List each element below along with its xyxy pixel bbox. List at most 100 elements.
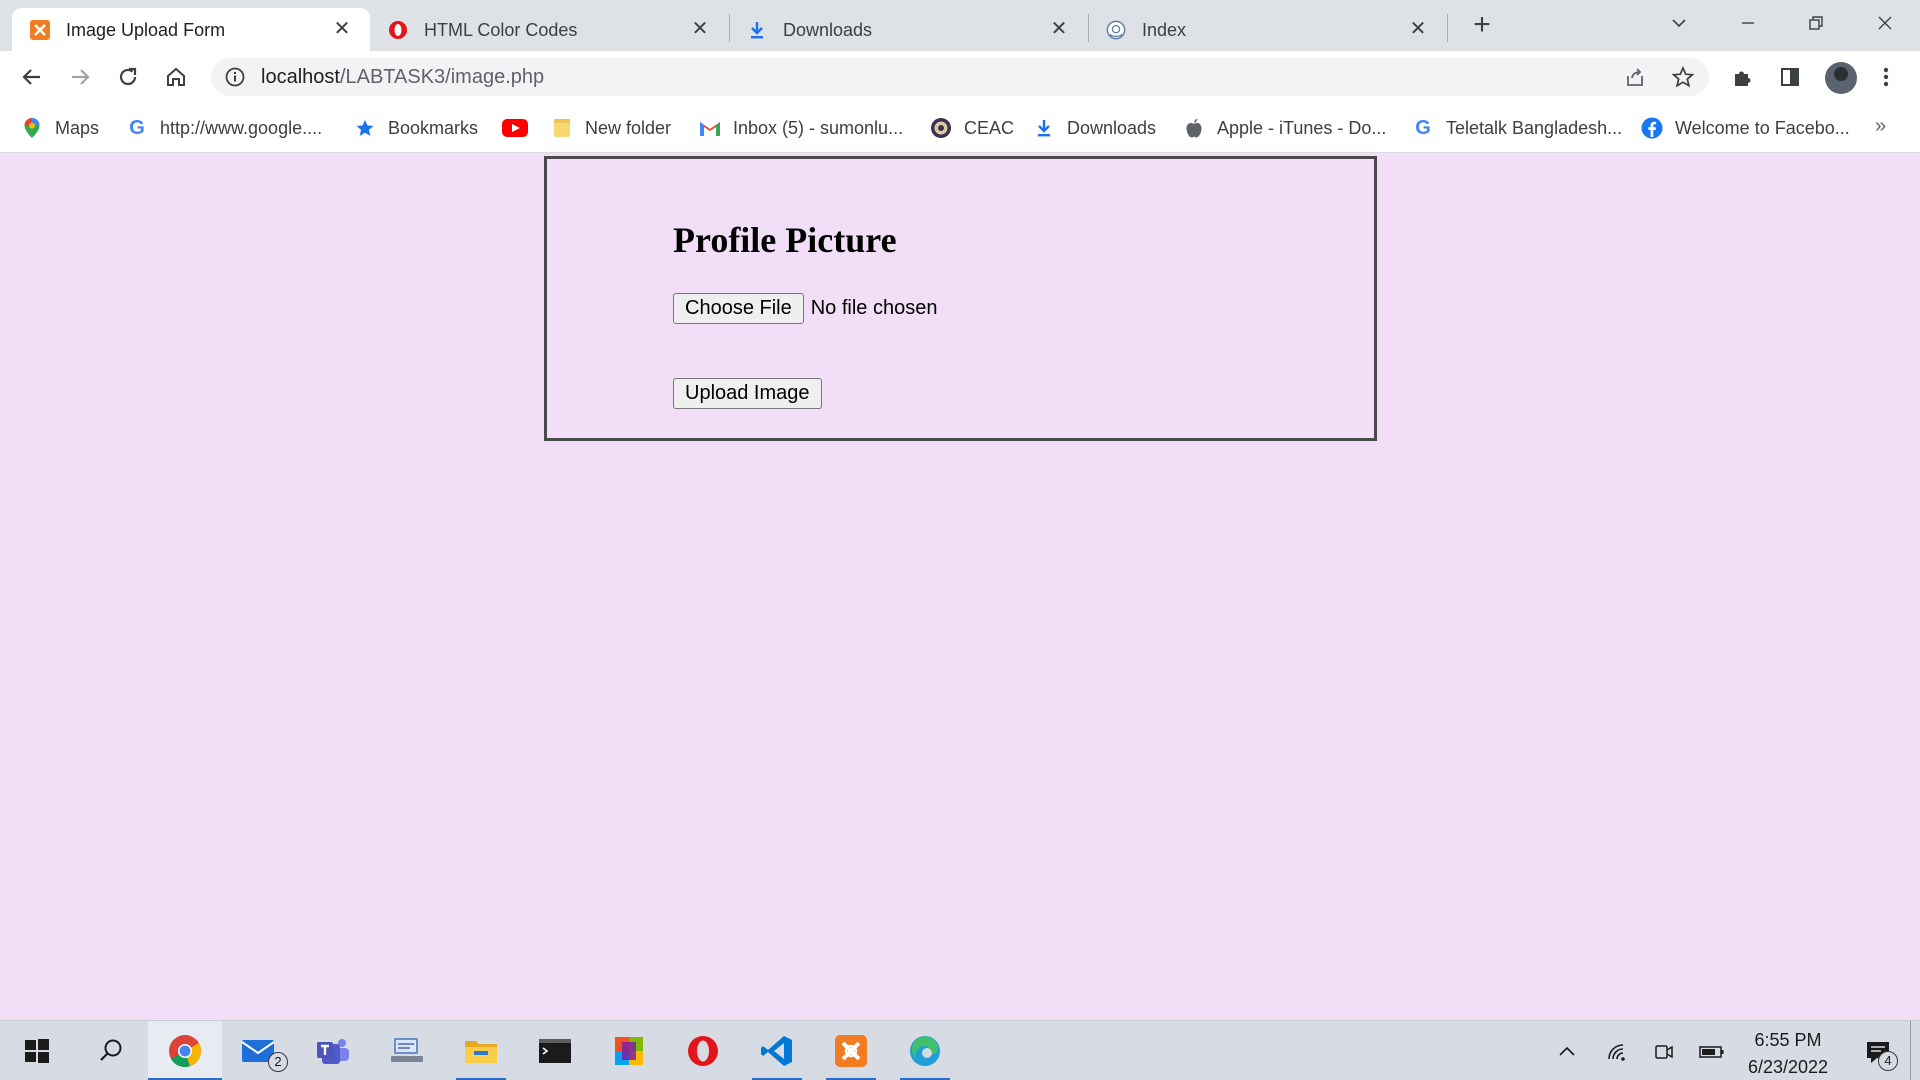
home-button[interactable] (160, 61, 192, 93)
info-icon[interactable] (225, 67, 245, 87)
bookmark-facebook[interactable]: Welcome to Facebo... (1641, 115, 1850, 141)
clock-time: 6:55 PM (1754, 1030, 1822, 1050)
tab-strip: Image Upload Form ✕ HTML Color Codes ✕ D… (0, 0, 1920, 51)
file-input: Choose File No file chosen (673, 292, 937, 324)
tab-html-color-codes[interactable]: HTML Color Codes ✕ (370, 8, 728, 51)
tab-title: Image Upload Form (66, 20, 226, 40)
back-arrow-icon (22, 69, 40, 85)
tab-title: HTML Color Codes (424, 20, 578, 40)
forward-arrow-icon (72, 69, 90, 85)
show-hidden-icons[interactable] (1554, 1039, 1580, 1065)
bookmark-star-icon[interactable] (1671, 65, 1695, 88)
bookmark-label: Inbox (5) - sumonlu... (733, 117, 904, 138)
bookmark-label: http://www.google.... (160, 117, 323, 138)
bookmark-inbox[interactable]: Inbox (5) - sumonlu... (699, 115, 903, 141)
tab-image-upload-form[interactable]: Image Upload Form ✕ (12, 8, 370, 51)
taskbar-office[interactable] (592, 1021, 666, 1080)
extensions-icon[interactable] (1728, 62, 1758, 92)
bookmark-ceac[interactable]: CEAC (930, 115, 1014, 141)
edge-icon (910, 1036, 940, 1066)
meet-now-icon[interactable] (1650, 1039, 1676, 1065)
show-desktop-button[interactable] (1910, 1021, 1911, 1080)
wifi-icon[interactable] (1604, 1039, 1630, 1065)
bookmark-label: Maps (55, 117, 100, 138)
tab-index[interactable]: Index ✕ (1088, 8, 1446, 51)
notification-badge: 4 (1878, 1051, 1898, 1071)
forward-button[interactable] (64, 61, 96, 93)
taskbar-mail[interactable]: 2 (222, 1021, 296, 1080)
avatar[interactable] (1825, 62, 1857, 94)
taskbar-opera[interactable] (666, 1021, 740, 1080)
taskbar-edge[interactable] (888, 1021, 962, 1080)
upload-image-button[interactable]: Upload Image (673, 378, 822, 409)
vscode-icon (761, 1036, 792, 1066)
side-panel-icon[interactable] (1775, 62, 1805, 92)
bookmark-maps[interactable]: Maps (21, 115, 99, 141)
browser-toolbar: localhost/LABTASK3/image.php (0, 51, 1920, 103)
network-settings-icon (391, 1038, 423, 1062)
tab-search-icon[interactable] (1661, 8, 1697, 38)
minimize-icon[interactable] (1730, 8, 1766, 38)
download-icon (747, 20, 767, 40)
tab-title: Index (1142, 20, 1187, 40)
bookmarks-overflow-button[interactable]: » (1875, 115, 1886, 138)
tab-downloads[interactable]: Downloads ✕ (729, 8, 1087, 51)
file-status: No file chosen (810, 296, 938, 319)
bookmark-downloads[interactable]: Downloads (1033, 115, 1156, 141)
taskbar-file-explorer[interactable] (444, 1021, 518, 1080)
start-button[interactable] (0, 1021, 74, 1080)
close-icon[interactable]: ✕ (330, 17, 354, 41)
search-icon (100, 1039, 122, 1061)
bookmark-teletalk[interactable]: G Teletalk Bangladesh... (1412, 115, 1622, 141)
taskbar-clock[interactable]: 6:55 PM 6/23/2022 (1730, 1027, 1846, 1080)
chevron-up-icon (1559, 1046, 1575, 1056)
close-icon[interactable]: ✕ (688, 17, 712, 41)
bookmark-youtube[interactable] (502, 115, 528, 141)
taskbar-network-settings[interactable] (370, 1021, 444, 1080)
choose-file-button[interactable]: Choose File (673, 292, 804, 324)
menu-icon[interactable] (1871, 62, 1901, 92)
notification-center[interactable]: 4 (1858, 1037, 1898, 1071)
close-icon[interactable]: ✕ (1047, 17, 1071, 41)
close-window-icon[interactable] (1867, 8, 1903, 38)
taskbar-chrome[interactable] (148, 1021, 222, 1080)
search-button[interactable] (74, 1021, 148, 1080)
globe-icon (1106, 20, 1126, 40)
tab-separator (1447, 14, 1448, 42)
url-text: localhost/LABTASK3/image.php (261, 66, 544, 89)
back-button[interactable] (16, 61, 48, 93)
new-tab-button[interactable]: + (1468, 10, 1496, 40)
taskbar-teams[interactable] (296, 1021, 370, 1080)
bookmark-new-folder[interactable]: New folder (551, 115, 671, 141)
google-icon: G (129, 116, 145, 139)
bookmark-bookmarks[interactable]: Bookmarks (354, 115, 478, 141)
taskbar-vscode[interactable] (740, 1021, 814, 1080)
office-icon (615, 1037, 643, 1065)
windows-icon (25, 1039, 49, 1063)
bookmark-google[interactable]: G http://www.google.... (126, 115, 322, 141)
upload-form: Profile Picture Choose File No file chos… (544, 156, 1377, 441)
share-icon[interactable] (1624, 66, 1646, 88)
chrome-icon (169, 1035, 202, 1068)
bookmark-label: CEAC (964, 117, 1015, 138)
reload-button[interactable] (112, 61, 144, 93)
close-icon[interactable]: ✕ (1406, 17, 1430, 41)
xampp-icon (835, 1035, 867, 1067)
bookmark-label: Apple - iTunes - Do... (1217, 117, 1387, 138)
battery-icon[interactable] (1699, 1039, 1725, 1065)
maps-pin-icon (21, 117, 43, 139)
taskbar-xampp[interactable] (814, 1021, 888, 1080)
url-path: /LABTASK3/image.php (339, 66, 545, 88)
address-bar[interactable]: localhost/LABTASK3/image.php (211, 58, 1709, 96)
youtube-icon (502, 117, 528, 139)
bookmark-apple-itunes[interactable]: Apple - iTunes - Do... (1183, 115, 1386, 141)
bookmark-label: Downloads (1067, 117, 1157, 138)
home-icon (167, 67, 185, 86)
seal-icon (930, 117, 952, 139)
form-title: Profile Picture (673, 220, 897, 260)
restore-icon[interactable] (1798, 8, 1834, 38)
bookmark-label: Welcome to Facebo... (1675, 117, 1850, 138)
taskbar-terminal[interactable] (518, 1021, 592, 1080)
xampp-icon (30, 20, 50, 40)
mail-badge: 2 (268, 1052, 288, 1072)
